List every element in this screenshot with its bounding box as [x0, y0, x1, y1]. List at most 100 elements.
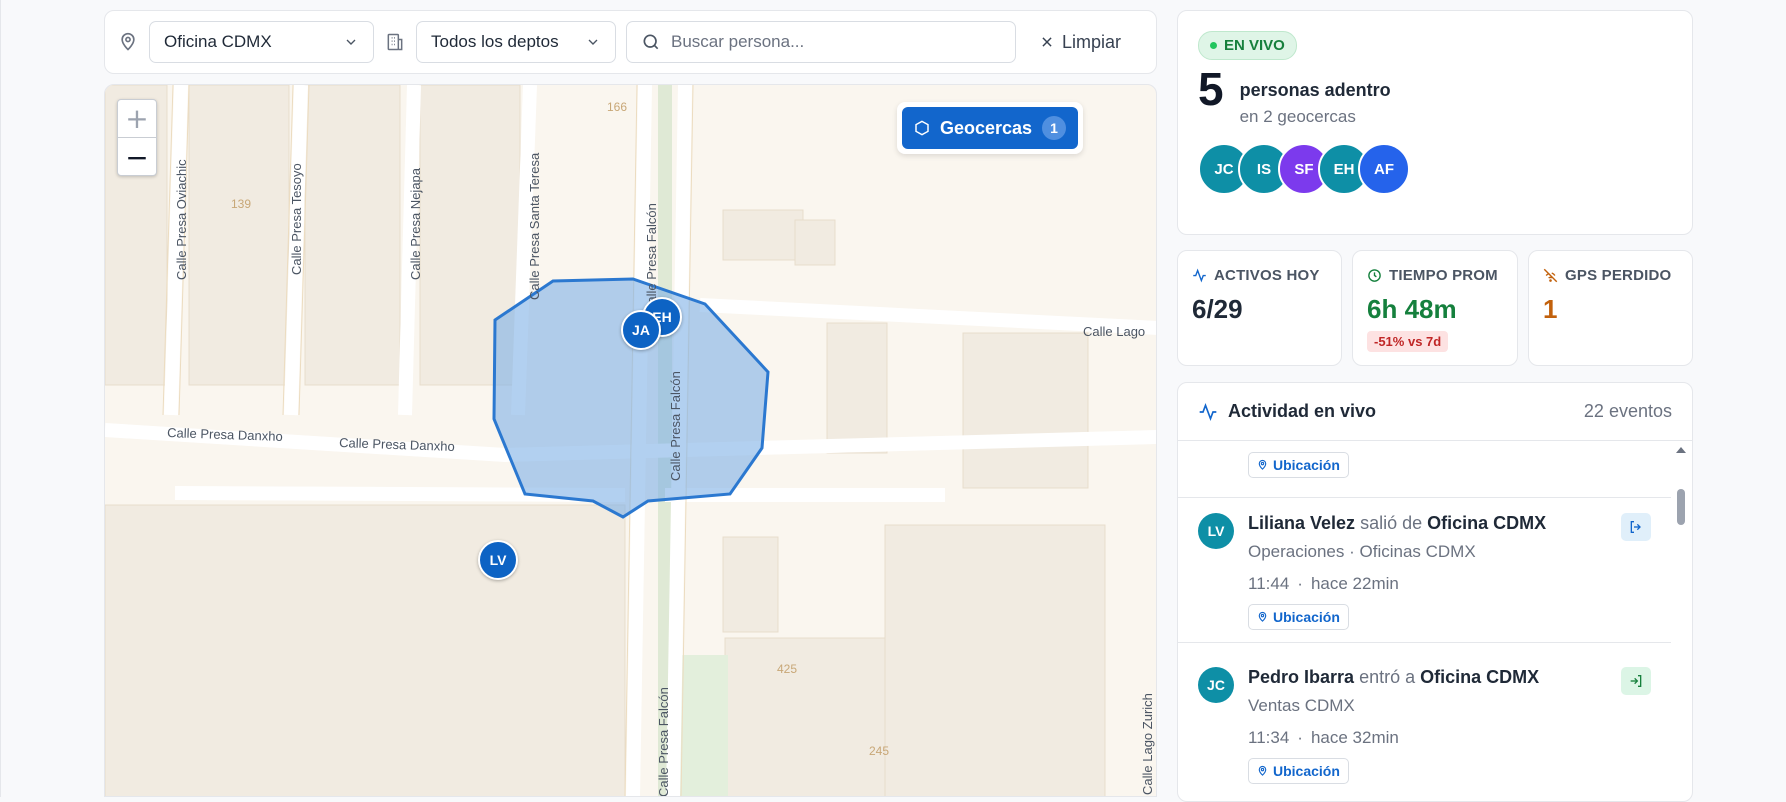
- event-content: Liliana Velez salió de Oficina CDMX Oper…: [1248, 513, 1607, 630]
- location-select[interactable]: Oficina CDMX: [149, 21, 374, 63]
- stat-label-text: TIEMPO PROM: [1389, 267, 1498, 284]
- street-label: Calle Presa Oviachic: [174, 159, 189, 280]
- stat-gps-lost: GPS PERDIDO 1: [1528, 250, 1693, 366]
- event-person: Pedro Ibarra: [1248, 667, 1355, 687]
- street-label: Calle Presa Nejapa: [408, 167, 423, 280]
- activity-event[interactable]: JC Pedro Ibarra entró a Oficina CDMX Ven…: [1178, 651, 1671, 796]
- hexagon-icon: [915, 120, 929, 136]
- count-row: 5 personas adentro en 2 geocercas: [1198, 66, 1672, 127]
- event-time-row: 11:44 · hace 22min: [1248, 574, 1399, 593]
- activity-event[interactable]: LV Liliana Velez salió de Oficina CDMX O…: [1178, 497, 1671, 643]
- stat-label: GPS PERDIDO: [1543, 267, 1678, 284]
- activity-title-text: Actividad en vivo: [1228, 401, 1377, 421]
- event-department: Ventas CDMX: [1248, 696, 1355, 715]
- house-number: 425: [777, 662, 797, 676]
- zoom-out-button[interactable]: −: [118, 138, 156, 176]
- activity-list[interactable]: Ubicación LV Liliana Velez salió de Ofic…: [1178, 441, 1692, 801]
- exit-action[interactable]: [1621, 513, 1651, 541]
- house-number: 166: [607, 100, 627, 114]
- event-place: Oficina CDMX: [1427, 513, 1547, 533]
- location-select-value: Oficina CDMX: [164, 32, 272, 51]
- stat-value: 1: [1543, 294, 1558, 324]
- event-count: 22 eventos: [1583, 401, 1672, 421]
- stat-label: ACTIVOS HOY: [1192, 267, 1327, 284]
- person-pin[interactable]: LV: [478, 540, 518, 580]
- avatar: JC: [1198, 667, 1234, 703]
- scrollbar-thumb[interactable]: [1677, 489, 1685, 525]
- event-verb: entró a: [1359, 667, 1416, 687]
- avatar[interactable]: AF: [1358, 143, 1410, 195]
- activity-title: Actividad en vivo: [1198, 401, 1376, 422]
- location-pin-icon: [117, 31, 139, 53]
- activity-feed: Actividad en vivo 22 eventos Ubicación L…: [1177, 382, 1693, 802]
- clock-icon: [1368, 269, 1381, 282]
- street-label: Calle Presa Tesoyo: [289, 163, 304, 275]
- house-number: 139: [231, 197, 251, 211]
- street-label: Calle Presa Falcón: [668, 371, 683, 481]
- stat-label-text: ACTIVOS HOY: [1214, 267, 1320, 284]
- filter-bar: Oficina CDMX Todos los deptos Limpiar: [104, 10, 1157, 74]
- location-chip-label: Ubicación: [1273, 763, 1340, 779]
- geofence-count-badge: 1: [1042, 116, 1067, 140]
- activity-header: Actividad en vivo 22 eventos: [1178, 383, 1692, 441]
- event-ago: hace 32min: [1310, 728, 1399, 747]
- house-number: 245: [869, 744, 889, 758]
- scroll-up-icon: [1676, 447, 1686, 453]
- chevron-down-icon: [588, 39, 598, 45]
- search-input[interactable]: [671, 32, 991, 52]
- stat-label: TIEMPO PROM: [1367, 267, 1503, 284]
- location-chip-wrapper: Ubicación: [1248, 758, 1607, 784]
- map[interactable]: Calle Presa Oviachic Calle Presa Tesoyo …: [104, 84, 1157, 797]
- chevron-down-icon: [346, 39, 356, 45]
- street-label: Calle Lago: [1083, 324, 1145, 339]
- event-line: Liliana Velez salió de Oficina CDMX: [1248, 513, 1607, 534]
- zoom-in-button[interactable]: +: [118, 100, 156, 138]
- live-dot-icon: [1210, 42, 1217, 49]
- department-select-value: Todos los deptos: [431, 32, 559, 51]
- location-chip-wrapper: Ubicación: [1248, 452, 1349, 478]
- location-chip[interactable]: Ubicación: [1248, 604, 1349, 630]
- stat-value: 6h 48m: [1367, 294, 1457, 324]
- location-pin-icon: [1258, 765, 1267, 776]
- zoom-control: + −: [117, 99, 157, 176]
- live-count-card: EN VIVO 5 personas adentro en 2 geocerca…: [1177, 10, 1693, 235]
- people-count-label: personas adentro: [1239, 80, 1391, 100]
- people-count: 5: [1198, 63, 1224, 115]
- person-search: [626, 21, 1016, 63]
- location-pin-icon: [1258, 611, 1267, 622]
- event-content: Pedro Ibarra entró a Oficina CDMX Ventas…: [1248, 667, 1607, 784]
- location-chip-label: Ubicación: [1273, 457, 1340, 473]
- geofence-count-label: en 2 geocercas: [1239, 107, 1356, 126]
- location-chip-label: Ubicación: [1273, 609, 1340, 625]
- location-chip[interactable]: Ubicación: [1248, 452, 1349, 478]
- count-texts: personas adentro en 2 geocercas: [1240, 80, 1391, 127]
- geofence-button-label: Geocercas: [940, 117, 1033, 138]
- event-verb: salió de: [1360, 513, 1423, 533]
- location-pin-icon: [1258, 459, 1267, 470]
- close-icon: [1042, 37, 1052, 47]
- activity-icon: [1193, 268, 1206, 283]
- event-time: 11:34: [1248, 728, 1290, 747]
- event-time-row: 11:34 · hace 32min: [1248, 728, 1399, 747]
- activity-icon: [1199, 402, 1217, 421]
- location-chip-wrapper: Ubicación: [1248, 604, 1607, 630]
- department-select[interactable]: Todos los deptos: [416, 21, 616, 63]
- street-label: Calle Lago Zurich: [1140, 693, 1155, 795]
- geofence-toggle-wrapper: Geocercas 1: [897, 102, 1084, 154]
- enter-action[interactable]: [1621, 667, 1651, 695]
- map-base: Calle Presa Oviachic Calle Presa Tesoyo …: [105, 85, 1156, 796]
- exit-icon: [1630, 521, 1641, 533]
- geofence-button[interactable]: Geocercas 1: [902, 107, 1079, 149]
- clear-filters-button[interactable]: Limpiar: [1040, 32, 1121, 53]
- event-department: Operaciones · Oficinas CDMX: [1248, 542, 1476, 561]
- activity-scrollbar[interactable]: [1674, 445, 1688, 801]
- street-label: Calle Presa Santa Teresa: [527, 152, 542, 300]
- event-time: 11:44: [1248, 574, 1290, 593]
- search-icon: [643, 34, 659, 50]
- enter-icon: [1630, 675, 1642, 687]
- stat-avg-time: TIEMPO PROM 6h 48m -51% vs 7d: [1352, 250, 1518, 366]
- person-pin[interactable]: JA: [621, 310, 661, 350]
- live-badge: EN VIVO: [1198, 31, 1297, 60]
- event-ago: hace 22min: [1310, 574, 1399, 593]
- location-chip[interactable]: Ubicación: [1248, 758, 1349, 784]
